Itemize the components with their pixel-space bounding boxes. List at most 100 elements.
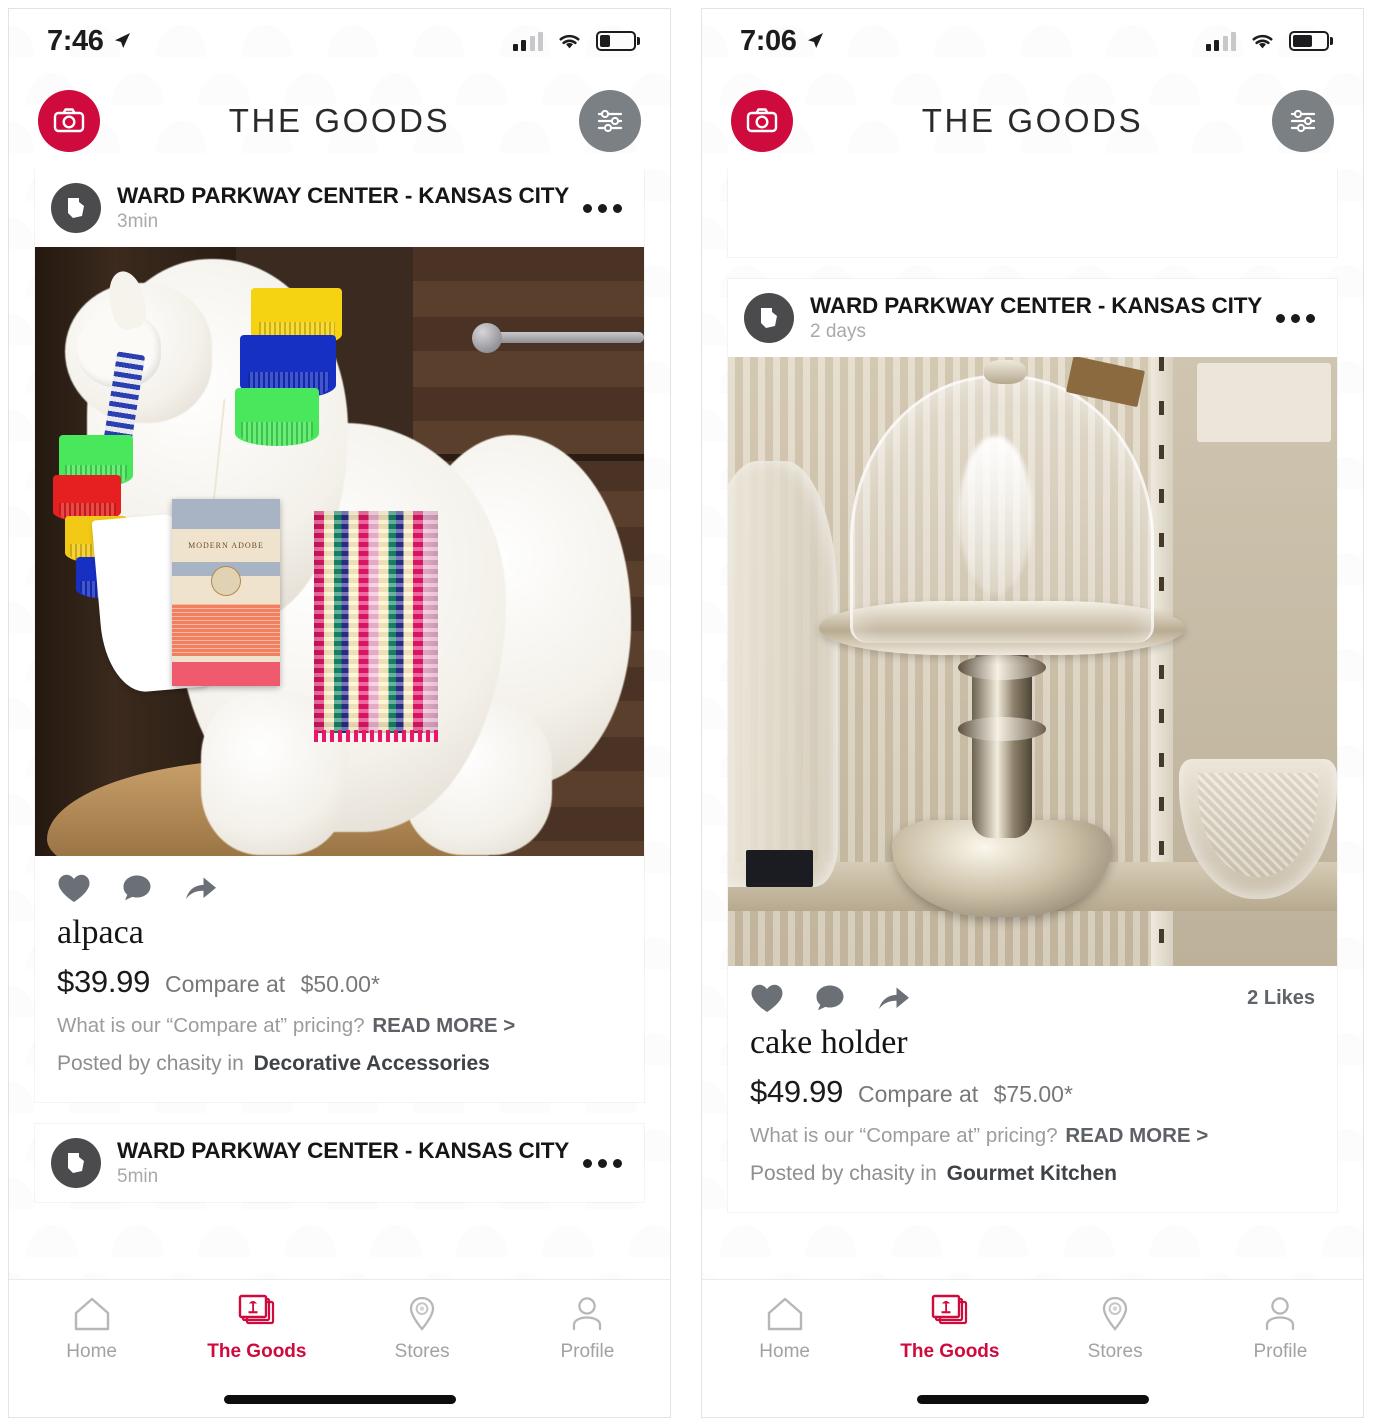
item-title: alpaca — [57, 914, 144, 951]
camera-icon — [53, 108, 85, 133]
store-name: WARD PARKWAY CENTER - KANSAS CITY — [117, 1138, 570, 1163]
phone-left: 7:46 THE GOODS WARD PARKWAY CENTER - KAN… — [8, 8, 671, 1418]
post-card-alpaca[interactable]: WARD PARKWAY CENTER - KANSAS CITY 3min M… — [35, 169, 644, 1102]
post-card-cake-holder[interactable]: WARD PARKWAY CENTER - KANSAS CITY 2 days — [728, 279, 1337, 1212]
dual-phone-screenshot: 7:46 THE GOODS WARD PARKWAY CENTER - KAN… — [0, 0, 1384, 1426]
status-time-group: 7:06 — [740, 25, 825, 58]
compare-at: Compare at $50.00* — [165, 971, 380, 998]
app-header: THE GOODS — [9, 73, 670, 169]
price-row: $39.99 Compare at $50.00* — [35, 952, 644, 1000]
compare-at: Compare at $75.00* — [858, 1081, 1073, 1108]
tab-bar[interactable]: Home The Goods Stores Profile — [9, 1279, 670, 1417]
more-dots-icon[interactable] — [1270, 313, 1321, 323]
camera-button[interactable] — [731, 90, 793, 152]
missouri-state-icon — [68, 198, 84, 218]
posted-by: Posted by chasity in Decorative Accessor… — [35, 1038, 644, 1102]
tab-stores[interactable]: Stores — [340, 1294, 505, 1363]
tab-the-goods[interactable]: The Goods — [174, 1294, 339, 1363]
battery-icon — [596, 31, 636, 51]
tab-home[interactable]: Home — [9, 1294, 174, 1363]
more-dots-icon[interactable] — [577, 1158, 628, 1168]
share-arrow-icon[interactable] — [183, 873, 218, 904]
read-more-link[interactable]: READ MORE > — [372, 1014, 515, 1037]
compare-at-label: Compare at — [165, 971, 286, 997]
post-timestamp: 2 days — [810, 321, 866, 342]
camera-button[interactable] — [38, 90, 100, 152]
store-name: WARD PARKWAY CENTER - KANSAS CITY — [117, 183, 570, 208]
app-header: THE GOODS — [702, 73, 1363, 169]
tab-bar[interactable]: Home The Goods Stores Profile — [702, 1279, 1363, 1417]
post-header[interactable]: WARD PARKWAY CENTER - KANSAS CITY 3min — [35, 169, 644, 247]
pricing-question: What is our “Compare at” pricing? — [750, 1124, 1058, 1147]
tab-profile[interactable]: Profile — [1198, 1294, 1363, 1363]
store-name: WARD PARKWAY CENTER - KANSAS CITY — [810, 293, 1263, 318]
filter-button[interactable] — [579, 90, 641, 152]
post-timestamp: 3min — [117, 211, 159, 232]
feed-right[interactable]: WARD PARKWAY CENTER - KANSAS CITY 2 days — [702, 169, 1363, 1279]
share-arrow-icon[interactable] — [876, 983, 911, 1014]
post-actions[interactable] — [35, 856, 644, 910]
tab-home[interactable]: Home — [702, 1294, 867, 1363]
post-card-next[interactable]: WARD PARKWAY CENTER - KANSAS CITY 5min — [35, 1124, 644, 1202]
comment-bubble-icon[interactable] — [814, 983, 846, 1014]
more-dots-icon[interactable] — [577, 203, 628, 213]
tab-the-goods[interactable]: The Goods — [867, 1294, 1032, 1363]
alpaca-photo-illustration: MODERN ADOBE — [35, 247, 644, 856]
likes-count: 2 Likes — [1247, 987, 1315, 1009]
compare-at-price: $75.00* — [993, 1081, 1073, 1107]
feed-left[interactable]: WARD PARKWAY CENTER - KANSAS CITY 3min M… — [9, 169, 670, 1279]
post-meta: WARD PARKWAY CENTER - KANSAS CITY 5min — [117, 1138, 570, 1188]
compare-at-label: Compare at — [858, 1081, 979, 1107]
filter-button[interactable] — [1272, 90, 1334, 152]
post-photo-cake-holder[interactable] — [728, 357, 1337, 966]
post-photo-alpaca[interactable]: MODERN ADOBE — [35, 247, 644, 856]
stacked-cards-lamp-icon — [238, 1294, 274, 1325]
stacked-cards-lamp-icon — [931, 1294, 967, 1325]
wifi-icon — [559, 34, 580, 49]
avatar — [744, 293, 794, 343]
status-indicators — [512, 31, 636, 51]
pricing-note: What is our “Compare at” pricing? READ M… — [35, 1000, 644, 1038]
avatar — [51, 1138, 101, 1188]
comment-bubble-icon[interactable] — [121, 873, 153, 904]
location-arrow-icon — [808, 33, 824, 48]
status-time: 7:46 — [47, 24, 104, 57]
category-link[interactable]: Gourmet Kitchen — [947, 1162, 1117, 1185]
tab-label: Stores — [394, 1341, 450, 1362]
like-heart-icon[interactable] — [57, 873, 91, 904]
pricing-note: What is our “Compare at” pricing? READ M… — [728, 1110, 1337, 1148]
cake-holder-photo-illustration — [728, 357, 1337, 966]
home-indicator[interactable] — [223, 1395, 456, 1404]
person-icon — [1266, 1297, 1295, 1331]
status-indicators — [1205, 31, 1329, 51]
wifi-icon — [1252, 34, 1273, 49]
home-indicator[interactable] — [916, 1395, 1149, 1404]
status-time: 7:06 — [740, 24, 797, 57]
camera-icon — [746, 108, 778, 133]
posted-by-text: Posted by chasity in — [57, 1052, 244, 1075]
price-row: $49.99 Compare at $75.00* — [728, 1062, 1337, 1110]
signal-bars-icon — [1205, 31, 1236, 51]
battery-icon — [1289, 31, 1329, 51]
status-bar: 7:06 — [702, 9, 1363, 73]
missouri-state-icon — [68, 1153, 84, 1173]
post-timestamp: 5min — [117, 1166, 159, 1187]
map-pin-icon — [1102, 1296, 1128, 1331]
post-header[interactable]: WARD PARKWAY CENTER - KANSAS CITY 2 days — [728, 279, 1337, 357]
tab-stores[interactable]: Stores — [1033, 1294, 1198, 1363]
tab-label: The Goods — [900, 1341, 1000, 1362]
like-heart-icon[interactable] — [750, 983, 784, 1014]
tab-label: The Goods — [207, 1341, 307, 1362]
home-icon — [74, 1297, 109, 1331]
sliders-filter-icon — [597, 109, 623, 133]
status-bar: 7:46 — [9, 9, 670, 73]
category-link[interactable]: Decorative Accessories — [254, 1052, 490, 1075]
compare-at-price: $50.00* — [300, 971, 380, 997]
posted-by-text: Posted by chasity in — [750, 1162, 937, 1185]
post-header[interactable]: WARD PARKWAY CENTER - KANSAS CITY 5min — [35, 1124, 644, 1202]
post-meta: WARD PARKWAY CENTER - KANSAS CITY 3min — [117, 183, 570, 233]
post-actions[interactable]: 2 Likes — [728, 966, 1337, 1020]
read-more-link[interactable]: READ MORE > — [1065, 1124, 1208, 1147]
tab-profile[interactable]: Profile — [505, 1294, 670, 1363]
tab-label: Home — [759, 1341, 810, 1362]
